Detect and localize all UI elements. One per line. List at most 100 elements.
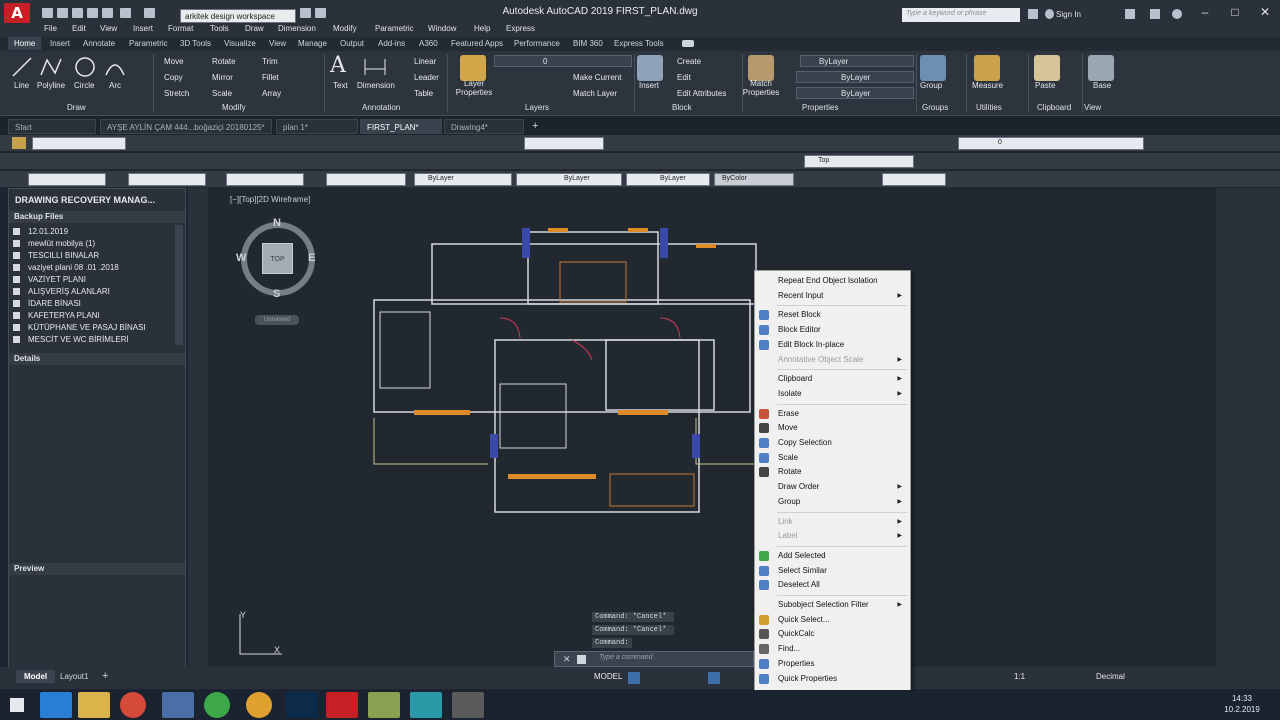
- dim-style-combo[interactable]: [128, 173, 206, 186]
- tab-featured-apps[interactable]: Featured Apps: [451, 39, 503, 48]
- draw-panel-title[interactable]: Draw: [67, 103, 86, 112]
- menu-modify[interactable]: Modify: [333, 24, 357, 33]
- utilities-panel-title[interactable]: Utilities: [976, 103, 1002, 112]
- layer-properties-icon[interactable]: [460, 55, 486, 81]
- group-icon[interactable]: [920, 55, 946, 81]
- polyline-icon[interactable]: [38, 55, 64, 79]
- customize-icon[interactable]: [315, 8, 326, 18]
- plot-style-combo[interactable]: ByColor: [714, 173, 794, 186]
- save-as-icon[interactable]: [87, 8, 98, 18]
- context-menu-item[interactable]: Subobject Selection Filter ▶: [755, 598, 910, 612]
- context-menu-item[interactable]: Edit Block In-place: [755, 338, 910, 352]
- tab-insert[interactable]: Insert: [50, 39, 70, 48]
- menu-format[interactable]: Format: [168, 24, 193, 33]
- wrench-icon[interactable]: [577, 655, 586, 664]
- block-panel-title[interactable]: Block: [672, 103, 692, 112]
- cart-icon[interactable]: [1125, 9, 1135, 19]
- floor-plan-drawing[interactable]: [208, 188, 1216, 668]
- ucs-menu[interactable]: Unnamed: [255, 315, 299, 325]
- new-file-icon[interactable]: [42, 8, 53, 18]
- array-button[interactable]: Array: [262, 89, 281, 98]
- clipboard-panel-title[interactable]: Clipboard: [1037, 103, 1071, 112]
- close-icon[interactable]: ✕: [563, 654, 571, 665]
- context-menu-item[interactable]: Scale: [755, 451, 910, 465]
- context-menu-item[interactable]: Properties: [755, 657, 910, 671]
- chrome-icon[interactable]: [120, 692, 146, 718]
- context-menu-item[interactable]: Quick Properties: [755, 672, 910, 686]
- edit-attributes-button[interactable]: Edit Attributes: [677, 89, 726, 98]
- mirror-button[interactable]: Mirror: [212, 73, 233, 82]
- list-item[interactable]: TESCILLI BINALAR: [13, 251, 99, 260]
- ribbon-toggle-icon[interactable]: [682, 40, 694, 47]
- a360-icon[interactable]: [1150, 9, 1160, 19]
- color-combo[interactable]: ByLayer: [414, 173, 512, 186]
- line-icon[interactable]: [10, 55, 34, 79]
- circle-icon[interactable]: [73, 55, 97, 79]
- workspace-select[interactable]: arkitek design workspace: [180, 9, 296, 23]
- search-input[interactable]: Type a keyword or phrase: [902, 8, 1020, 22]
- list-item[interactable]: KÜTÜPHANE VE PASAJ BİNASI: [13, 323, 146, 332]
- context-menu-item[interactable]: Move: [755, 421, 910, 435]
- viewcube-top-face[interactable]: TOP: [262, 243, 293, 274]
- tab-model[interactable]: Model: [16, 670, 56, 683]
- remote-desktop-icon[interactable]: [162, 692, 194, 718]
- tab-express-tools[interactable]: Express Tools: [614, 39, 664, 48]
- rotate-button[interactable]: Rotate: [212, 57, 236, 66]
- layer-combo[interactable]: 0: [958, 137, 1144, 150]
- match-layer-button[interactable]: Match Layer: [573, 89, 617, 98]
- lineweight-dropdown[interactable]: ByLayer: [796, 87, 914, 99]
- save-icon[interactable]: [72, 8, 83, 18]
- create-block-button[interactable]: Create: [677, 57, 701, 66]
- context-menu-item[interactable]: Repeat End Object Isolation: [755, 274, 910, 288]
- list-item[interactable]: ALIŞVERİŞ ALANLARI: [13, 287, 110, 296]
- tab-a360[interactable]: A360: [419, 39, 438, 48]
- context-menu-item[interactable]: Clipboard ▶: [755, 372, 910, 386]
- details-header[interactable]: Details: [9, 353, 185, 365]
- command-line[interactable]: ✕ Type a command: [554, 651, 754, 667]
- ortho-icon[interactable]: [708, 672, 720, 684]
- menu-file[interactable]: File: [44, 24, 57, 33]
- edit-block-button[interactable]: Edit: [677, 73, 691, 82]
- linear-button[interactable]: Linear: [414, 57, 436, 66]
- sign-in-link[interactable]: Sign In: [1056, 10, 1081, 19]
- list-item[interactable]: VAZİYET PLANI: [13, 275, 86, 284]
- tab-visualize[interactable]: Visualize: [224, 39, 256, 48]
- dimension-icon[interactable]: [362, 55, 388, 79]
- tab-view[interactable]: View: [269, 39, 286, 48]
- paste-icon[interactable]: [1034, 55, 1060, 81]
- layers-panel-title[interactable]: Layers: [525, 103, 549, 112]
- arc-icon[interactable]: [103, 55, 127, 79]
- file-tab-start[interactable]: Start: [8, 119, 96, 134]
- menu-dimension[interactable]: Dimension: [278, 24, 316, 33]
- list-item[interactable]: 12.01.2019: [13, 227, 68, 236]
- annotation-panel-title[interactable]: Annotation: [362, 103, 400, 112]
- menu-insert[interactable]: Insert: [133, 24, 153, 33]
- binoculars-icon[interactable]: [1028, 9, 1038, 19]
- color-dropdown[interactable]: ByLayer: [800, 55, 914, 67]
- list-scrollbar[interactable]: [175, 225, 183, 345]
- menu-help[interactable]: Help: [474, 24, 490, 33]
- move-button[interactable]: Move: [164, 57, 184, 66]
- properties-panel-title[interactable]: Properties: [802, 103, 838, 112]
- context-menu-item[interactable]: Isolate ▶: [755, 387, 910, 401]
- annotation-scale[interactable]: 1:1: [1014, 672, 1025, 681]
- menu-parametric[interactable]: Parametric: [375, 24, 414, 33]
- measure-icon[interactable]: [974, 55, 1000, 81]
- list-item[interactable]: mewlüt mobilya (1): [13, 239, 95, 248]
- notes-icon[interactable]: [368, 692, 400, 718]
- table-style-combo[interactable]: [226, 173, 304, 186]
- add-layout-button[interactable]: +: [102, 670, 108, 682]
- file-tab-first-plan[interactable]: FIRST_PLAN*: [360, 119, 442, 134]
- list-item[interactable]: MESCİT VE WC BİRİMLERİ: [13, 335, 129, 344]
- menu-express[interactable]: Express: [506, 24, 535, 33]
- workspace-combo[interactable]: [32, 137, 126, 150]
- tab-layout1[interactable]: Layout1: [52, 670, 96, 683]
- file-tab-drawing4[interactable]: Drawing4*: [444, 119, 524, 134]
- windows-start-icon[interactable]: [10, 698, 24, 712]
- table-button[interactable]: Table: [414, 89, 433, 98]
- context-menu-item[interactable]: Copy Selection: [755, 436, 910, 450]
- mleader-style-combo[interactable]: [326, 173, 406, 186]
- menu-tools[interactable]: Tools: [210, 24, 229, 33]
- context-menu-item[interactable]: Quick Select...: [755, 613, 910, 627]
- app-icon[interactable]: [452, 692, 484, 718]
